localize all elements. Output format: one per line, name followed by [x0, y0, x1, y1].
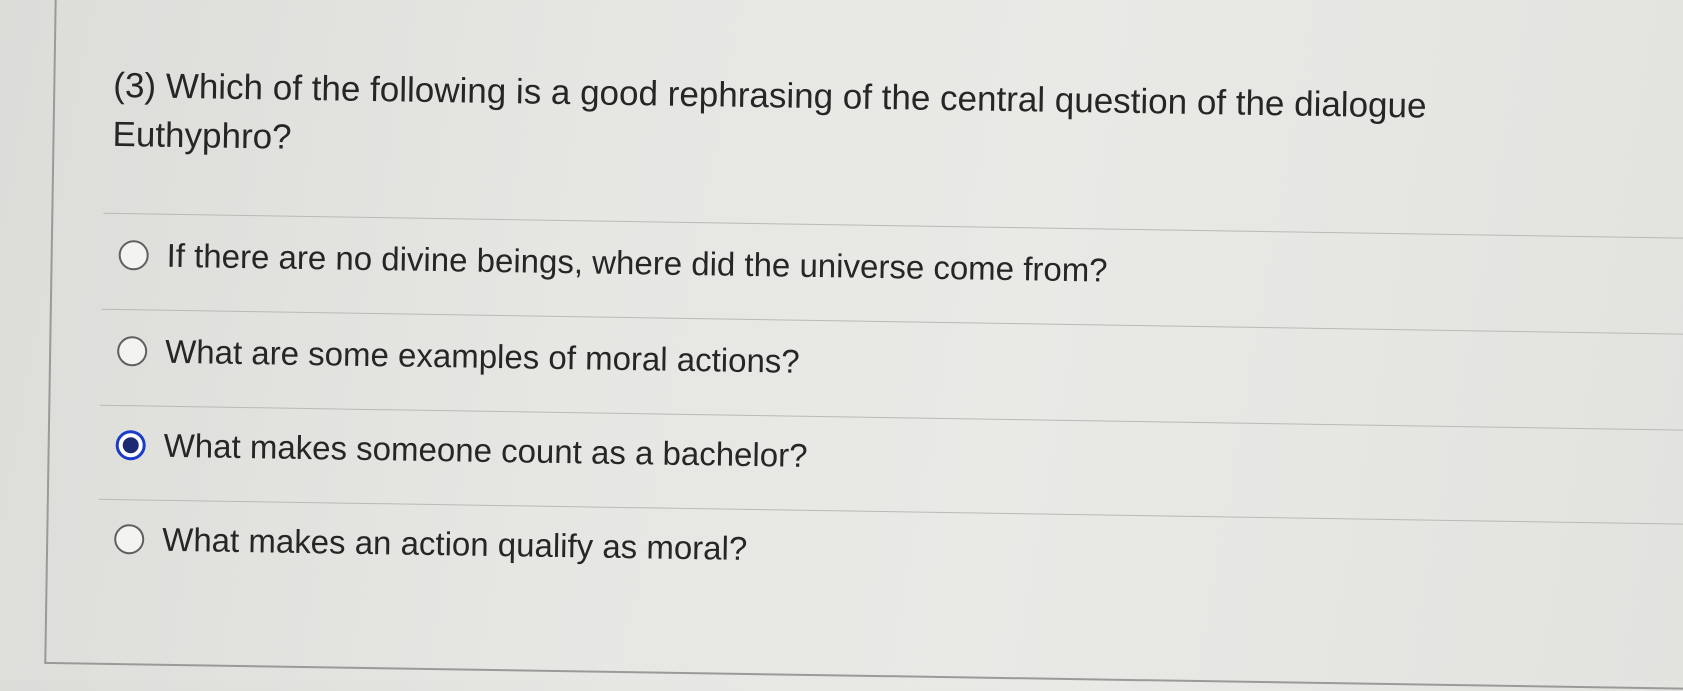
answer-option-2[interactable]: What are some examples of moral actions? — [116, 331, 800, 382]
answer-option-label[interactable]: What makes someone count as a bachelor? — [163, 426, 807, 476]
radio-selected-dot — [122, 437, 139, 454]
divider — [101, 308, 1683, 336]
answer-option-label[interactable]: If there are no divine beings, where did… — [166, 236, 1108, 291]
answer-option-label[interactable]: What makes an action qualify as moral? — [162, 520, 748, 569]
divider — [103, 212, 1683, 240]
answer-option-label[interactable]: What are some examples of moral actions? — [165, 332, 800, 382]
answer-option-1[interactable]: If there are no divine beings, where did… — [118, 235, 1108, 291]
answer-option-4[interactable]: What makes an action qualify as moral? — [113, 519, 748, 569]
radio-button-unselected-icon[interactable] — [116, 336, 148, 367]
radio-button-unselected-icon[interactable] — [118, 240, 149, 271]
question-text: (3) Which of the following is a good rep… — [112, 65, 1427, 157]
answer-option-3[interactable]: What makes someone count as a bachelor? — [115, 425, 808, 476]
radio-button-selected-icon[interactable] — [115, 430, 146, 461]
question-panel: (3) Which of the following is a good rep… — [44, 0, 1683, 691]
radio-button-unselected-icon[interactable] — [113, 524, 145, 555]
